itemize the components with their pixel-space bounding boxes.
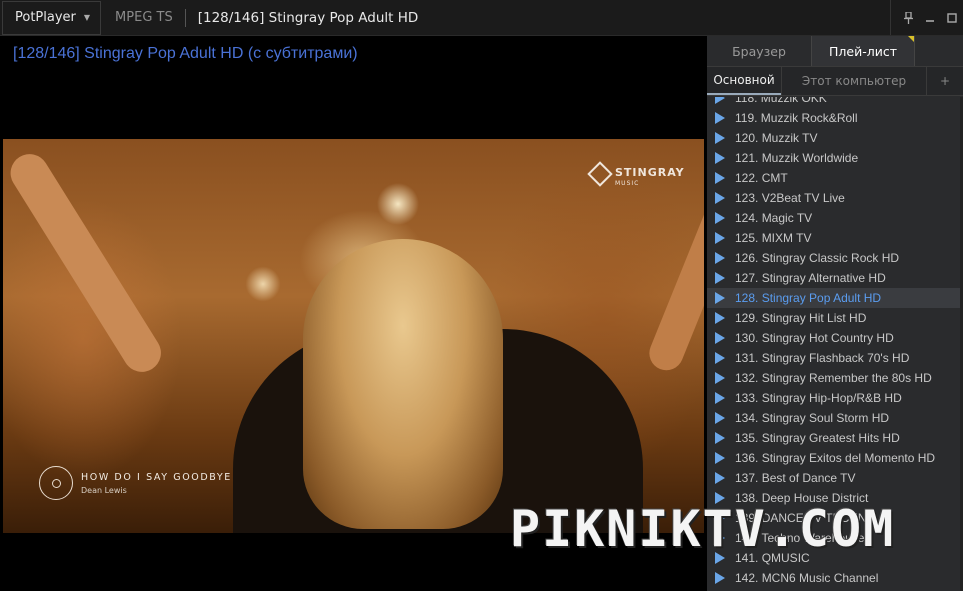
play-icon xyxy=(715,152,725,164)
osd-title: [128/146] Stingray Pop Adult HD (с субти… xyxy=(13,45,358,62)
app-name: PotPlayer xyxy=(15,10,76,25)
playlist-item[interactable]: 136. Stingray Exitos del Momento HD xyxy=(707,448,963,468)
playlist-item-label: 142. MCN6 Music Channel xyxy=(735,571,879,585)
format-label: MPEG TS xyxy=(115,10,173,25)
maximize-icon[interactable] xyxy=(941,7,963,29)
playlist-item-label: 128. Stingray Pop Adult HD xyxy=(735,291,882,305)
playlist-item[interactable]: 120. Muzzik TV xyxy=(707,128,963,148)
playlist-item[interactable]: 132. Stingray Remember the 80s HD xyxy=(707,368,963,388)
play-icon xyxy=(715,472,725,484)
playlist-item[interactable]: 128. Stingray Pop Adult HD xyxy=(707,288,963,308)
playlist-item[interactable]: 129. Stingray Hit List HD xyxy=(707,308,963,328)
playlist-item[interactable]: 118. Muzzik OKK xyxy=(707,97,963,108)
vinyl-disc-icon xyxy=(39,466,73,500)
video-frame[interactable]: STINGRAY MUSIC HOW DO I SAY GOODBYE Dean… xyxy=(3,139,704,533)
playlist-item[interactable]: 122. CMT xyxy=(707,168,963,188)
playlist-item-label: 121. Muzzik Worldwide xyxy=(735,151,859,165)
playlist-item[interactable]: 134. Stingray Soul Storm HD xyxy=(707,408,963,428)
play-icon xyxy=(715,97,725,104)
playlist-item[interactable]: 124. Magic TV xyxy=(707,208,963,228)
play-icon xyxy=(715,292,725,304)
playlist-item-label: 120. Muzzik TV xyxy=(735,131,818,145)
site-watermark: PIKNIKTV.COM xyxy=(510,500,896,558)
playlist-item-label: 133. Stingray Hip-Hop/R&B HD xyxy=(735,391,902,405)
title-bar: PotPlayer ▼ MPEG TS [128/146] Stingray P… xyxy=(0,0,963,36)
playlist-item[interactable]: 119. Muzzik Rock&Roll xyxy=(707,108,963,128)
add-playlist-button[interactable]: + xyxy=(927,67,963,95)
playlist-item[interactable]: 131. Stingray Flashback 70's HD xyxy=(707,348,963,368)
channel-logo-text: STINGRAY MUSIC xyxy=(615,161,685,187)
play-icon xyxy=(715,312,725,324)
playlist-item-label: 118. Muzzik OKK xyxy=(735,97,827,105)
play-icon xyxy=(715,392,725,404)
playlist-item[interactable]: 137. Best of Dance TV xyxy=(707,468,963,488)
title-separator xyxy=(184,8,186,27)
playlist-item-label: 136. Stingray Exitos del Momento HD xyxy=(735,451,936,465)
play-icon xyxy=(715,372,725,384)
playlist-item-label: 129. Stingray Hit List HD xyxy=(735,311,867,325)
playlist-item[interactable]: 123. V2Beat TV Live xyxy=(707,188,963,208)
play-icon xyxy=(715,452,725,464)
chevron-down-icon: ▼ xyxy=(83,13,91,22)
playlist-item[interactable]: 125. MIXM TV xyxy=(707,228,963,248)
video-figure-arm-left xyxy=(3,146,169,380)
playlist-item[interactable]: 133. Stingray Hip-Hop/R&B HD xyxy=(707,388,963,408)
playlist-item-label: 127. Stingray Alternative HD xyxy=(735,271,886,285)
playlist-item[interactable]: 130. Stingray Hot Country HD xyxy=(707,328,963,348)
play-icon xyxy=(715,192,725,204)
controls-divider xyxy=(890,0,891,35)
playlist-subtabs: Основной Этот компьютер + xyxy=(707,67,963,96)
playlist-item-label: 130. Stingray Hot Country HD xyxy=(735,331,894,345)
play-icon xyxy=(715,352,725,364)
channel-brand: STINGRAY xyxy=(615,166,685,179)
app-menu-button[interactable]: PotPlayer ▼ xyxy=(2,0,102,35)
playlist-item-label: 122. CMT xyxy=(735,171,788,185)
play-icon xyxy=(715,412,725,424)
playlist-item-label: 137. Best of Dance TV xyxy=(735,471,856,485)
playlist-item-label: 119. Muzzik Rock&Roll xyxy=(735,111,858,125)
play-icon xyxy=(715,232,725,244)
playlist-item-label: 135. Stingray Greatest Hits HD xyxy=(735,431,900,445)
song-artist: Dean Lewis xyxy=(81,485,127,495)
window-title: [128/146] Stingray Pop Adult HD xyxy=(197,9,419,26)
channel-brand-sub: MUSIC xyxy=(615,180,640,187)
play-icon xyxy=(715,272,725,284)
pin-icon[interactable] xyxy=(897,7,919,29)
tab-playlist[interactable]: Плей-лист xyxy=(811,36,915,66)
stingray-logo-icon xyxy=(587,161,613,187)
playlist-item[interactable]: 135. Stingray Greatest Hits HD xyxy=(707,428,963,448)
subtab-main[interactable]: Основной xyxy=(707,67,781,95)
window-controls xyxy=(890,0,963,35)
play-icon xyxy=(715,172,725,184)
song-info-text: HOW DO I SAY GOODBYE Dean Lewis xyxy=(81,472,232,495)
playlist-item-label: 124. Magic TV xyxy=(735,211,813,225)
song-info: HOW DO I SAY GOODBYE Dean Lewis xyxy=(39,466,232,500)
playlist-item[interactable]: 127. Stingray Alternative HD xyxy=(707,268,963,288)
playlist-item[interactable]: 142. MCN6 Music Channel xyxy=(707,568,963,588)
play-icon xyxy=(715,252,725,264)
play-icon xyxy=(715,112,725,124)
playlist-item[interactable]: 126. Stingray Classic Rock HD xyxy=(707,248,963,268)
playlist-item-label: 131. Stingray Flashback 70's HD xyxy=(735,351,910,365)
play-icon xyxy=(715,332,725,344)
channel-logo: STINGRAY MUSIC xyxy=(587,161,685,187)
play-icon xyxy=(715,132,725,144)
play-icon xyxy=(715,432,725,444)
playlist-item-label: 123. V2Beat TV Live xyxy=(735,191,845,205)
panel-tabs: Браузер Плей-лист xyxy=(707,36,963,67)
subtab-this-computer[interactable]: Этот компьютер xyxy=(781,67,927,95)
song-title: HOW DO I SAY GOODBYE xyxy=(81,471,232,483)
minimize-icon[interactable] xyxy=(919,7,941,29)
playlist-item-label: 126. Stingray Classic Rock HD xyxy=(735,251,900,265)
playlist-item-label: 125. MIXM TV xyxy=(735,231,812,245)
play-icon xyxy=(715,212,725,224)
playlist-item[interactable]: 121. Muzzik Worldwide xyxy=(707,148,963,168)
tab-browser[interactable]: Браузер xyxy=(707,36,811,66)
video-figure-hair xyxy=(303,239,503,529)
play-icon xyxy=(715,572,725,584)
playlist-item-label: 132. Stingray Remember the 80s HD xyxy=(735,371,932,385)
playlist-item-label: 134. Stingray Soul Storm HD xyxy=(735,411,890,425)
